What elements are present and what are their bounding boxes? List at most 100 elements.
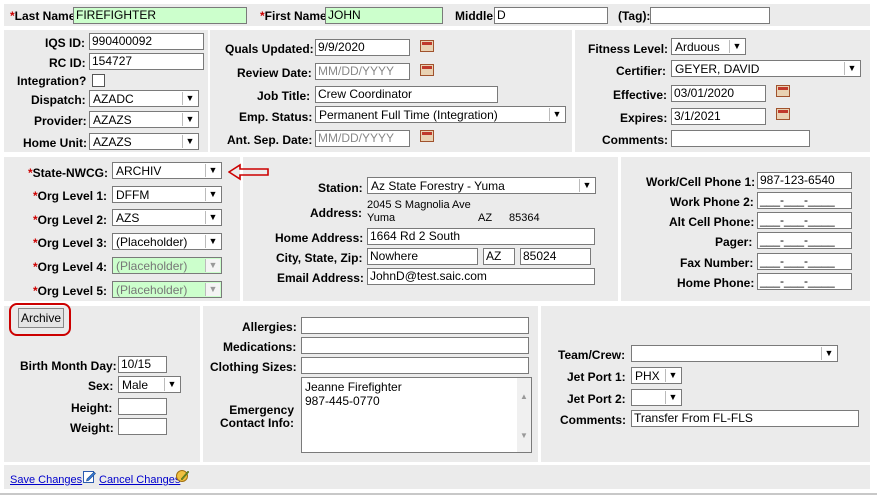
chevron-down-icon: ▼ <box>182 135 197 148</box>
crew-comments-input[interactable]: Transfer From FL-FLS <box>631 410 859 427</box>
fax-number-input[interactable]: ___-___-____ <box>757 253 852 270</box>
email-input[interactable]: JohnD@test.saic.com <box>367 268 595 285</box>
org-level-2-select[interactable]: AZS ▼ <box>112 209 222 226</box>
team-crew-label: Team/Crew: <box>558 348 626 362</box>
station-address-zip: 85364 <box>509 212 540 224</box>
state-input[interactable]: AZ <box>483 248 515 265</box>
calendar-icon[interactable] <box>420 40 434 52</box>
station-address-line1: 2045 S Magnolia Ave <box>367 199 471 211</box>
bottom-divider <box>0 493 877 495</box>
expires-input[interactable]: 3/1/2021 <box>671 108 766 125</box>
fitness-comments-label: Comments: <box>602 133 669 147</box>
ant-sep-date-input[interactable]: MM/DD/YYYY <box>315 130 410 147</box>
allergies-label: Allergies: <box>242 320 297 334</box>
calendar-icon[interactable] <box>420 64 434 76</box>
integration-checkbox[interactable] <box>92 74 105 87</box>
org-level-5-select[interactable]: (Placeholder) ▼ <box>112 281 222 298</box>
jet-port-2-select[interactable]: ▼ <box>631 389 682 406</box>
dispatch-select[interactable]: AZADC ▼ <box>89 90 199 107</box>
emp-status-select[interactable]: Permanent Full Time (Integration) ▼ <box>315 106 566 123</box>
chevron-down-icon: ▼ <box>549 108 564 121</box>
middle-input[interactable]: D <box>494 7 608 24</box>
org-level-1-select[interactable]: DFFM ▼ <box>112 186 222 203</box>
home-address-input[interactable]: 1664 Rd 2 South <box>367 228 595 245</box>
pager-label: Pager: <box>715 235 753 249</box>
textarea-scrollbar[interactable]: ▲ ▼ <box>517 378 531 452</box>
org-level-1-label: *Org Level 1: <box>33 189 108 203</box>
fax-number-label: Fax Number: <box>680 256 754 270</box>
email-label: Email Address: <box>277 271 364 285</box>
quals-updated-input[interactable]: 9/9/2020 <box>315 39 410 56</box>
allergies-input[interactable] <box>301 317 529 334</box>
height-label: Height: <box>71 401 113 415</box>
calendar-icon[interactable] <box>420 130 434 142</box>
provider-select[interactable]: AZAZS ▼ <box>89 111 199 128</box>
birth-month-day-input[interactable]: 10/15 <box>118 356 167 373</box>
home-unit-select[interactable]: AZAZS ▼ <box>89 133 199 150</box>
jet-port-1-select[interactable]: PHX ▼ <box>631 367 682 384</box>
save-edit-icon[interactable] <box>83 470 96 483</box>
chevron-down-icon: ▼ <box>182 113 197 126</box>
home-phone-label: Home Phone: <box>677 276 755 290</box>
work-phone-2-input[interactable]: ___-___-____ <box>757 192 852 209</box>
review-date-input[interactable]: MM/DD/YYYY <box>315 63 410 80</box>
alt-cell-phone-input[interactable]: ___-___-____ <box>757 212 852 229</box>
org-level-3-select[interactable]: (Placeholder) ▼ <box>112 233 222 250</box>
sex-label: Sex: <box>88 379 114 393</box>
home-address-label: Home Address: <box>275 231 364 245</box>
chevron-down-icon: ▼ <box>205 211 220 224</box>
chevron-up-icon: ▲ <box>520 392 528 401</box>
save-changes-link[interactable]: Save Changes <box>10 474 82 486</box>
crew-panel <box>541 306 870 462</box>
last-name-input[interactable]: FIREFIGHTER <box>73 7 247 24</box>
effective-input[interactable]: 03/01/2020 <box>671 85 766 102</box>
chevron-down-icon: ▼ <box>579 179 594 192</box>
review-date-label: Review Date: <box>237 66 312 80</box>
zip-input[interactable]: 85024 <box>520 248 591 265</box>
fitness-comments-input[interactable] <box>671 130 810 147</box>
calendar-icon[interactable] <box>776 108 790 120</box>
archive-highlight <box>9 303 71 336</box>
cancel-changes-link[interactable]: Cancel Changes <box>99 474 180 486</box>
iqs-id-input[interactable]: 990400092 <box>89 33 204 50</box>
chevron-down-icon: ▼ <box>665 391 680 404</box>
rc-id-input[interactable]: 154727 <box>89 53 204 70</box>
chevron-down-icon: ▼ <box>205 188 220 201</box>
pager-input[interactable]: ___-___-____ <box>757 232 852 249</box>
height-input[interactable] <box>118 398 167 415</box>
certifier-select[interactable]: GEYER, DAVID ▼ <box>671 60 861 77</box>
home-phone-input[interactable]: ___-___-____ <box>757 273 852 290</box>
tag-label: (Tag): <box>618 9 651 23</box>
team-crew-select[interactable]: ▼ <box>631 345 838 362</box>
chevron-down-icon: ▼ <box>164 378 179 391</box>
effective-label: Effective: <box>613 88 668 102</box>
emergency-contact-textarea[interactable]: Jeanne Firefighter 987-445-0770 ▲ ▼ <box>301 377 532 453</box>
quals-updated-label: Quals Updated: <box>225 42 314 56</box>
job-title-input[interactable]: Crew Coordinator <box>315 86 498 103</box>
org-level-4-select[interactable]: (Placeholder) ▼ <box>112 257 222 274</box>
station-label: Station: <box>318 181 363 195</box>
weight-input[interactable] <box>118 418 167 435</box>
tag-input[interactable] <box>650 7 770 24</box>
first-name-input[interactable]: JOHN <box>325 7 443 24</box>
cancel-edit-icon[interactable] <box>176 469 190 482</box>
chevron-down-icon: ▼ <box>844 62 859 75</box>
emp-status-label: Emp. Status: <box>239 110 313 124</box>
work-cell-phone-label: Work/Cell Phone 1: <box>646 175 756 189</box>
work-cell-phone-input[interactable]: 987-123-6540 <box>757 172 852 189</box>
state-nwcg-select[interactable]: ARCHIV ▼ <box>112 162 222 179</box>
medications-input[interactable] <box>301 337 529 354</box>
chevron-down-icon: ▼ <box>821 347 836 360</box>
station-address-city: Yuma <box>367 212 396 224</box>
chevron-down-icon: ▼ <box>205 259 220 272</box>
org-level-4-label: *Org Level 4: <box>33 260 108 274</box>
city-input[interactable]: Nowhere <box>367 248 478 265</box>
fitness-level-select[interactable]: Arduous ▼ <box>671 38 746 55</box>
sex-select[interactable]: Male ▼ <box>118 376 181 393</box>
arrow-left-icon <box>228 163 269 181</box>
chevron-down-icon: ▼ <box>182 92 197 105</box>
clothing-sizes-input[interactable] <box>301 357 529 374</box>
station-select[interactable]: Az State Forestry - Yuma ▼ <box>367 177 596 194</box>
calendar-icon[interactable] <box>776 85 790 97</box>
state-nwcg-label: *State-NWCG: <box>28 166 108 180</box>
